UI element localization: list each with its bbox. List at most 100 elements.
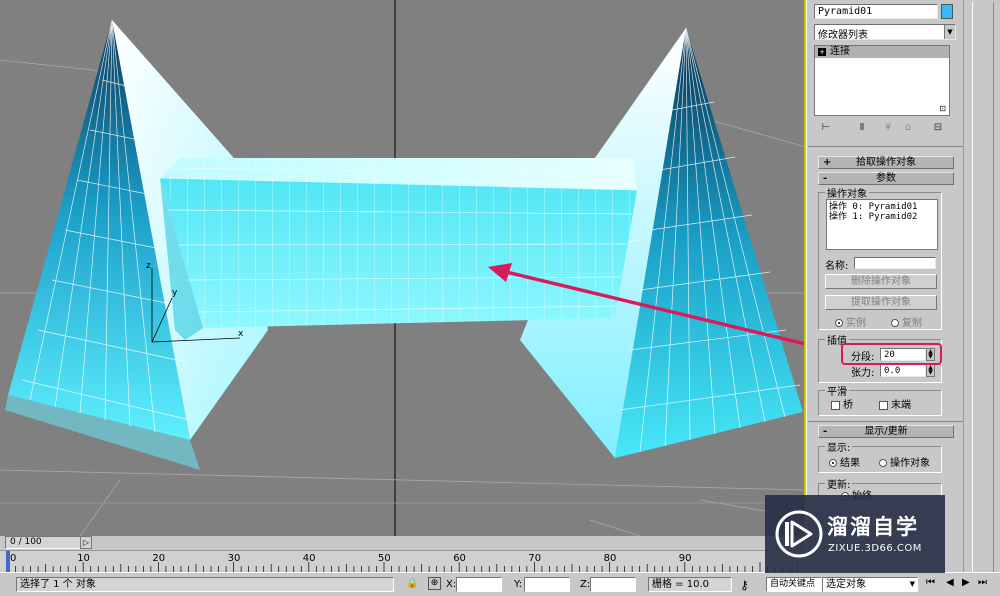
frame-counter: 0 / 100	[10, 537, 42, 547]
extract-operand-button[interactable]: 提取操作对象	[825, 295, 937, 310]
stack-item-label: 连接	[830, 46, 850, 57]
modifier-list-dropdown[interactable]: 修改器列表 ▼	[814, 24, 956, 40]
ruler-tick-label: 0	[10, 553, 16, 564]
rollout-title: 显示/更新	[864, 426, 908, 437]
operand-item-0[interactable]: 操作 0: Pyramid01	[829, 202, 935, 212]
track-bar-ruler: 0 10 20 30 40 50 60 70 80 90	[6, 551, 798, 573]
annotation-highlight	[841, 343, 942, 365]
stack-resize-icon[interactable]: ⊡	[939, 104, 946, 113]
absolute-mode-icon[interactable]: ⊕	[428, 577, 441, 590]
perspective-viewport[interactable]: z y x	[0, 0, 806, 536]
checkbox-icon	[879, 400, 888, 410]
copy-label: 复制	[902, 318, 922, 329]
ruler-tick-label: 80	[604, 553, 617, 564]
current-frame-marker[interactable]	[6, 551, 10, 573]
divider	[808, 146, 963, 147]
chevron-down-icon[interactable]: ▼	[944, 25, 955, 39]
prev-frame-icon[interactable]: ◀	[946, 577, 954, 588]
tension-spinner-input[interactable]: 0.0	[880, 364, 926, 377]
operand-item-1[interactable]: 操作 1: Pyramid02	[829, 212, 935, 222]
next-frame-button[interactable]: ▷	[80, 536, 92, 549]
name-label: 名称:	[825, 261, 849, 272]
track-bar[interactable]: 0 10 20 30 40 50 60 70 80 90	[0, 550, 806, 573]
chevron-down-icon[interactable]: ▼	[910, 578, 915, 591]
operand-name-field[interactable]	[854, 257, 936, 269]
command-panel: Pyramid01 修改器列表 ▼ + 连接 ⊡ ⊢ Ⅱ ¥ ⌂ ⊟ + 拾取操作…	[806, 0, 963, 580]
modifier-stack[interactable]: + 连接 ⊡	[814, 45, 950, 116]
panel-scroll-strip[interactable]	[963, 0, 1000, 580]
x-coordinate-field[interactable]	[456, 577, 502, 592]
expand-icon[interactable]: +	[818, 48, 826, 56]
watermark-title: 溜溜自学	[827, 515, 919, 539]
play-icon[interactable]: ▶	[962, 577, 970, 588]
lock-icon[interactable]: 🔒	[406, 578, 418, 589]
radio-icon	[891, 319, 899, 327]
rollout-display-update[interactable]: - 显示/更新	[818, 425, 954, 438]
ruler-tick-label: 90	[679, 553, 692, 564]
stack-item-connect[interactable]: + 连接	[815, 46, 949, 58]
key-icon[interactable]: ⚷	[740, 578, 749, 592]
pin-stack-icon[interactable]: ⊢	[818, 121, 834, 135]
instance-label: 实例	[846, 318, 866, 329]
watermark: 溜溜自学 ZIXUE.3D66.COM	[765, 495, 945, 573]
ruler-tick-label: 10	[77, 553, 90, 564]
status-bar: 选择了 1 个 对象 🔒 ⊕ X: Y: Z: 栅格 = 10.0 ⚷ 自动关键…	[0, 572, 1000, 596]
divider	[808, 421, 963, 422]
radio-icon	[835, 319, 843, 327]
configure-sets-icon[interactable]: ⊟	[930, 121, 946, 135]
show-end-result-icon[interactable]: Ⅱ	[854, 121, 870, 135]
instance-radio[interactable]: 实例	[835, 314, 866, 329]
checkbox-icon	[831, 400, 840, 410]
z-coordinate-field[interactable]	[590, 577, 636, 592]
key-filter-dropdown[interactable]: 选定对象 ▼	[822, 577, 918, 592]
operands-list[interactable]: 操作 0: Pyramid01 操作 1: Pyramid02	[826, 199, 938, 250]
rollout-title: 拾取操作对象	[856, 157, 916, 168]
x-label: X:	[446, 579, 457, 590]
bridge-checkbox[interactable]: 桥	[831, 396, 853, 411]
goto-start-icon[interactable]: ⏮	[926, 577, 935, 588]
stack-toolbar: ⊢ Ⅱ ¥ ⌂ ⊟	[814, 118, 956, 140]
modifier-list-label: 修改器列表	[818, 30, 868, 40]
operands-radio[interactable]: 操作对象	[879, 454, 930, 469]
auto-key-button[interactable]: 自动关键点	[766, 577, 822, 592]
remove-modifier-icon[interactable]: ⌂	[900, 121, 916, 135]
ends-checkbox[interactable]: 末端	[879, 396, 911, 411]
ends-label: 末端	[891, 400, 911, 411]
rollout-pick-operand[interactable]: + 拾取操作对象	[818, 156, 954, 169]
ruler-tick-label: 50	[378, 553, 391, 564]
tension-label: 张力:	[851, 368, 875, 379]
scrollbar-track[interactable]	[972, 2, 994, 577]
display-group-title: 显示:	[825, 439, 853, 454]
selection-status: 选择了 1 个 对象	[16, 577, 394, 592]
rollout-minus-icon: -	[823, 173, 828, 184]
axis-y-label: y	[172, 288, 178, 298]
rollout-plus-icon: +	[823, 157, 832, 168]
watermark-logo-icon	[775, 510, 823, 558]
make-unique-icon[interactable]: ¥	[880, 121, 896, 135]
tension-spinner-arrows[interactable]: ▲ ▼	[926, 364, 935, 377]
rollout-parameters[interactable]: - 参数	[818, 172, 954, 185]
y-coordinate-field[interactable]	[524, 577, 570, 592]
axis-z-label: z	[146, 261, 151, 271]
viewport-scene[interactable]: z y x	[0, 0, 806, 536]
rollout-minus-icon: -	[823, 426, 828, 437]
result-radio[interactable]: 结果	[829, 454, 860, 469]
max-window: z y x Pyramid01 修改器列表 ▼ + 连接 ⊡ ⊢ Ⅱ ¥ ⌂ ⊟…	[0, 0, 1000, 596]
grid-size-display: 栅格 = 10.0	[648, 577, 732, 592]
copy-radio[interactable]: 复制	[891, 314, 922, 329]
radio-icon	[879, 459, 887, 467]
result-label: 结果	[840, 458, 860, 469]
ruler-tick-label: 60	[453, 553, 466, 564]
next-key-icon[interactable]: ⏭	[978, 577, 987, 588]
y-label: Y:	[514, 579, 523, 590]
time-slider[interactable]: 0 / 100	[5, 536, 85, 549]
object-color-swatch[interactable]	[941, 4, 953, 19]
ruler-tick-label: 40	[303, 553, 316, 564]
operands-label: 操作对象	[890, 458, 930, 469]
ruler-tick-label: 20	[152, 553, 165, 564]
object-name-field[interactable]: Pyramid01	[814, 4, 938, 19]
operands-group-title: 操作对象	[825, 185, 869, 200]
watermark-subtitle: ZIXUE.3D66.COM	[828, 543, 922, 554]
delete-operand-button[interactable]: 删除操作对象	[825, 274, 937, 289]
key-filter-label: 选定对象	[826, 579, 866, 590]
